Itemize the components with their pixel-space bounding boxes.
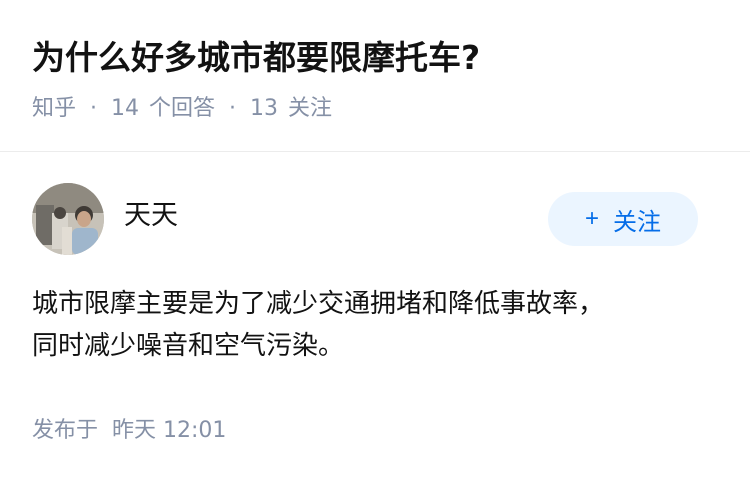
separator-dot: · xyxy=(229,96,237,121)
answer-paragraph: 城市限摩主要是为了减少交通拥堵和降低事故率， xyxy=(32,289,605,319)
question-title[interactable]: 为什么好多城市都要限摩托车? xyxy=(32,36,480,80)
answer-content[interactable]: 城市限摩主要是为了减少交通拥堵和降低事故率， 同时减少噪音和空气污染。 xyxy=(32,283,712,367)
answer-paragraph: 同时减少噪音和空气污染。 xyxy=(32,331,345,361)
avatar[interactable] xyxy=(32,183,104,255)
follow-count-label[interactable]: 关注 xyxy=(288,92,332,126)
post-time: 发布于 昨天 12:01 xyxy=(32,414,226,448)
question-header: 为什么好多城市都要限摩托车? 知乎 · 14 个回答 · 13 关注 xyxy=(0,0,750,152)
avatar-photo xyxy=(32,183,104,255)
follow-button[interactable]: + 关注 xyxy=(548,192,698,246)
source-label[interactable]: 知乎 xyxy=(32,92,76,126)
follow-count: 13 xyxy=(250,96,279,121)
plus-icon: + xyxy=(584,205,599,232)
author-name[interactable]: 天天 xyxy=(124,197,178,235)
answer-count-label[interactable]: 个回答 xyxy=(149,92,215,126)
separator-dot: · xyxy=(90,96,98,121)
post-time-label: 发布于 xyxy=(32,418,99,443)
author-row: 天天 + 关注 xyxy=(32,183,698,257)
follow-button-label: 关注 xyxy=(613,208,661,236)
question-meta: 知乎 · 14 个回答 · 13 关注 xyxy=(32,92,332,126)
answer-count: 14 xyxy=(111,96,140,121)
post-time-value: 昨天 12:01 xyxy=(112,418,227,443)
